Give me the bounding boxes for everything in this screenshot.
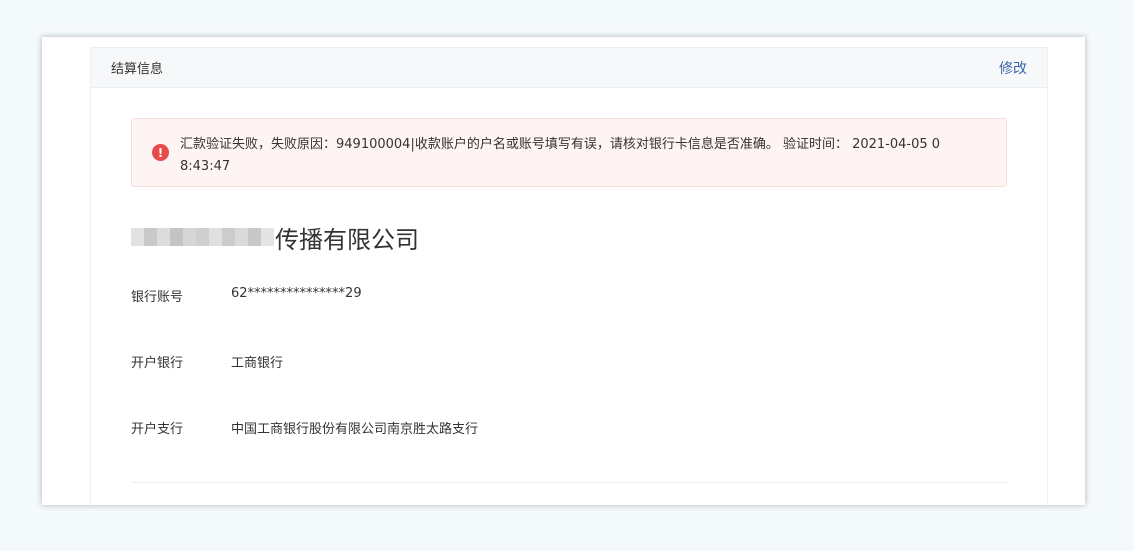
- field-row-bank: 开户银行 工商银行: [131, 352, 283, 371]
- field-row-bank-account: 银行账号 62***************29: [131, 286, 362, 305]
- field-value: 62***************29: [231, 286, 362, 301]
- field-label: 开户银行: [131, 356, 184, 371]
- field-value: 工商银行: [231, 356, 284, 371]
- exclamation-circle-icon: !: [152, 144, 169, 161]
- edit-link[interactable]: 修改: [999, 58, 1027, 78]
- company-name-text: 传播有限公司: [275, 225, 419, 254]
- card-header: 结算信息 修改: [91, 48, 1047, 88]
- settlement-info-card: 结算信息 修改 ! 汇款验证失败，失败原因：949100004|收款账户的户名或…: [90, 47, 1048, 505]
- alert-message: 汇款验证失败，失败原因：949100004|收款账户的户名或账号填写有误，请核对…: [180, 137, 941, 174]
- field-label: 开户支行: [131, 422, 184, 437]
- field-row-branch: 开户支行 中国工商银行股份有限公司南京胜太路支行: [131, 418, 478, 437]
- redacted-mosaic: [131, 228, 274, 246]
- field-label: 银行账号: [131, 290, 184, 305]
- field-value: 中国工商银行股份有限公司南京胜太路支行: [231, 422, 479, 437]
- divider: [131, 482, 1007, 483]
- window: 结算信息 修改 ! 汇款验证失败，失败原因：949100004|收款账户的户名或…: [42, 37, 1085, 505]
- card-title: 结算信息: [111, 62, 164, 77]
- verification-error-alert: ! 汇款验证失败，失败原因：949100004|收款账户的户名或账号填写有误，请…: [131, 118, 1007, 187]
- company-name: 传播有限公司: [131, 220, 419, 254]
